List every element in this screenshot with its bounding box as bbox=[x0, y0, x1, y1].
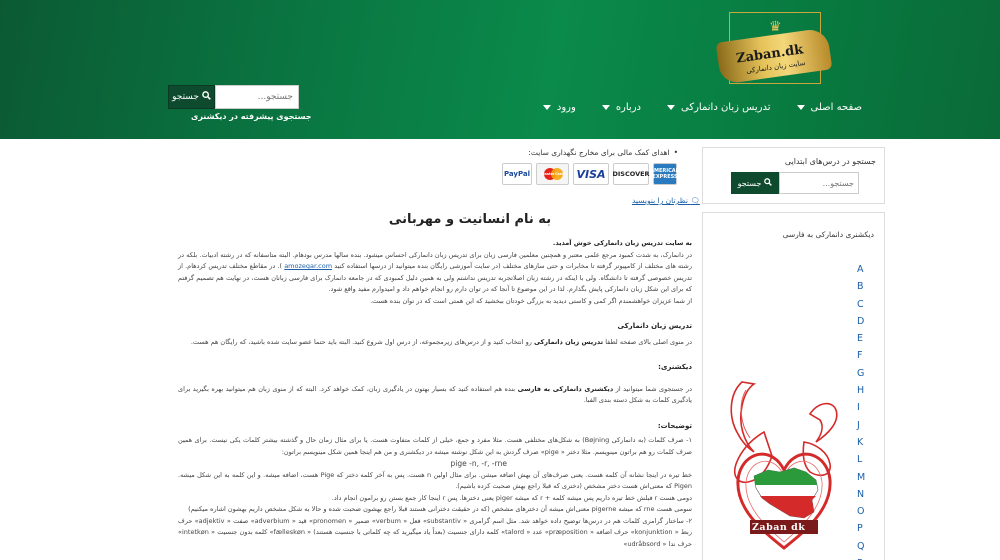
amozegar-link[interactable]: amozegar.com bbox=[284, 262, 332, 270]
nav-item-danish-lessons[interactable]: تدریس زبان دانمارکی bbox=[667, 102, 771, 113]
header-search-button-label: جستجو bbox=[172, 92, 199, 102]
amex-card-icon[interactable]: AMERICAN EXPRESS bbox=[650, 163, 680, 185]
sidebar-search: جستجو bbox=[731, 172, 859, 194]
mastercard-label: MasterCard bbox=[541, 172, 564, 176]
letter-link[interactable]: O bbox=[857, 503, 865, 520]
emblem-text: Zaban dk bbox=[752, 522, 806, 533]
note-item: دومی هست r فبلش خط تیره داریم پس میشه کل… bbox=[331, 493, 692, 502]
letter-link[interactable]: P bbox=[857, 520, 865, 537]
section-dictionary-bold: دیکشنری دانمارکی به فارسی bbox=[517, 384, 614, 393]
main-nav: صفحه اصلی تدریس زبان دانمارکی درباره ورو… bbox=[542, 102, 862, 113]
visa-card-icon[interactable]: VISA bbox=[573, 163, 609, 185]
letter-link[interactable]: C bbox=[857, 296, 865, 313]
sidebar-search-input[interactable] bbox=[779, 172, 859, 194]
letter-link[interactable]: G bbox=[857, 365, 865, 382]
section-dictionary-heading: دیکشنری: bbox=[658, 363, 692, 371]
crown-icon: ♛ bbox=[769, 19, 782, 35]
caret-down-icon bbox=[542, 105, 551, 110]
nav-item-about[interactable]: درباره bbox=[601, 102, 641, 113]
note-item: ۲- ساختار گرامری کلمات هم در درس‌ها توضی… bbox=[178, 516, 692, 548]
amex-label: AMERICAN EXPRESS bbox=[650, 168, 680, 180]
advanced-search-link[interactable]: جستجوی پیشرفته در دیکشنری bbox=[191, 112, 312, 121]
alphabet-list: A B C D E F G H I J K L M N O P Q R bbox=[857, 261, 865, 560]
sidebar-search-label: جستجو در درس‌های ابتدایی bbox=[784, 157, 876, 166]
write-comment-link[interactable]: 🗨 نظرتان را بنویسید bbox=[632, 196, 700, 205]
comment-link-label: نظرتان را بنویسید bbox=[632, 196, 688, 205]
section-lessons-text: در منوی اصلی بالای صفحه لطفا تدریس زبان … bbox=[178, 337, 692, 349]
sidebar-lesson-search: جستجو در درس‌های ابتدایی جستجو bbox=[702, 147, 885, 204]
discover-card-icon[interactable]: DISCOVER bbox=[612, 163, 650, 185]
note-item: سومی هست rne که میشه pigerne معنی‌اش میش… bbox=[188, 505, 692, 513]
nav-item-label: ورود bbox=[556, 102, 576, 113]
letter-link[interactable]: I bbox=[857, 399, 865, 416]
letter-link[interactable]: J bbox=[857, 417, 865, 434]
search-icon bbox=[764, 178, 773, 188]
caret-down-icon bbox=[601, 105, 610, 110]
nav-item-login[interactable]: ورود bbox=[542, 102, 576, 113]
letter-link[interactable]: Q bbox=[857, 538, 865, 555]
sidebar-search-button[interactable]: جستجو bbox=[731, 172, 779, 194]
note-item: ۱- صرف کلمات (به دانمارکی Bøjning) به شک… bbox=[178, 436, 692, 456]
site-logo[interactable]: ♛ Zaban.dk سایت زبان دانمارکی bbox=[715, 12, 833, 85]
search-icon bbox=[202, 91, 211, 103]
section-dictionary-text: در جستجوی شما میتوانید از دیکشنری دانمار… bbox=[178, 384, 692, 407]
section-lessons-bold: تدریس زبان دانمارکی bbox=[533, 337, 604, 346]
letter-link[interactable]: N bbox=[857, 486, 865, 503]
sidebar-search-button-label: جستجو bbox=[737, 178, 762, 188]
letter-link[interactable]: E bbox=[857, 330, 865, 347]
note-item: خط تیره در اینجا نشانه آن کلمه هست. یعنی… bbox=[178, 470, 693, 491]
dictionary-title: دیکشنری دانمارکی به فارسی bbox=[782, 230, 874, 239]
paypal-card-icon[interactable]: PayPal bbox=[502, 163, 532, 185]
page-title: به نام انسانیت و مهربانی bbox=[388, 212, 552, 227]
section-lessons-text-a: در منوی اصلی بالای صفحه لطفا bbox=[605, 337, 692, 346]
payment-cards: PayPal MasterCard VISA DISCOVER AMERICAN… bbox=[502, 163, 680, 185]
welcome-text: به سایت تدریس زبان دانمارکی خوش آمدید. bbox=[552, 239, 692, 247]
note-item: pige -n, -r, -rne bbox=[450, 459, 507, 468]
comment-icon: 🗨 bbox=[690, 196, 700, 205]
letter-link[interactable]: D bbox=[857, 313, 865, 330]
nav-item-label: صفحه اصلی bbox=[810, 102, 862, 113]
nav-item-label: تدریس زبان دانمارکی bbox=[681, 102, 771, 113]
discover-label: DISCOVER bbox=[612, 170, 650, 178]
letter-link[interactable]: B bbox=[857, 278, 865, 295]
intro-paragraph: در دانمارک، به شدت کمبود مرجع علمی معتبر… bbox=[178, 250, 692, 296]
donate-section: اهدای کمک مالی برای مخارج نگهداری سایت: … bbox=[498, 148, 680, 185]
letter-link[interactable]: M bbox=[857, 469, 865, 486]
header-search-input[interactable] bbox=[215, 85, 299, 109]
caret-down-icon bbox=[667, 105, 675, 110]
section-lessons-text-b: رو انتخاب کنید و از درس‌های زیرمجموعه، ا… bbox=[190, 337, 532, 346]
header-search-button[interactable]: جستجو bbox=[168, 85, 215, 109]
nav-item-label: درباره bbox=[615, 102, 641, 113]
letter-link[interactable]: A bbox=[857, 261, 865, 278]
site-header: ♛ Zaban.dk سایت زبان دانمارکی جستجو جستج… bbox=[0, 0, 1000, 139]
caret-down-icon bbox=[796, 105, 805, 110]
letter-link[interactable]: F bbox=[857, 347, 865, 364]
nav-item-home[interactable]: صفحه اصلی bbox=[796, 102, 862, 113]
mastercard-card-icon[interactable]: MasterCard bbox=[536, 163, 569, 185]
donate-text: اهدای کمک مالی برای مخارج نگهداری سایت: bbox=[498, 148, 678, 157]
letter-link[interactable]: L bbox=[857, 451, 865, 468]
letter-link[interactable]: H bbox=[857, 382, 865, 399]
paypal-label: PayPal bbox=[503, 170, 531, 178]
section-lessons-heading: تدریس زبان دانمارکی bbox=[617, 322, 692, 330]
section-notes-heading: توضیحات: bbox=[657, 421, 692, 430]
main-content: به سایت تدریس زبان دانمارکی خوش آمدید. د… bbox=[178, 238, 692, 550]
header-search: جستجو bbox=[168, 85, 299, 109]
intro-paragraph-2: از شما عزیزان خواهشمندم اگر کمی و کاستی … bbox=[370, 296, 692, 305]
section-dictionary-text-a: در جستجوی شما میتوانید از bbox=[615, 384, 692, 393]
letter-link[interactable]: K bbox=[857, 434, 865, 451]
visa-label: VISA bbox=[576, 167, 606, 181]
letter-link[interactable]: R bbox=[857, 555, 865, 560]
